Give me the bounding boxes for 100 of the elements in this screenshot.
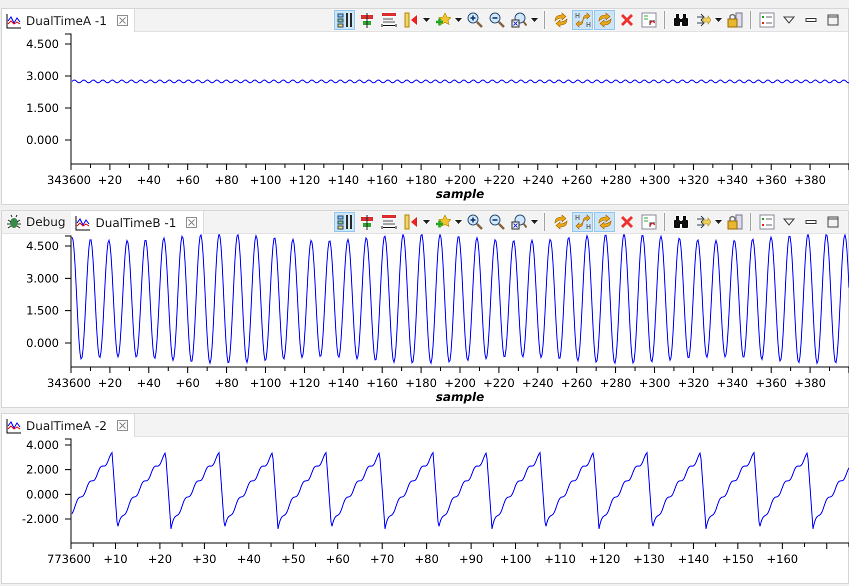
x-tick-label: +90 <box>458 552 484 566</box>
dropdown-caret-icon <box>715 220 722 224</box>
x-tick-label: +40 <box>136 376 161 390</box>
star-icon <box>434 12 450 28</box>
dropdown-caret-icon <box>531 18 538 22</box>
dropdown-caret-icon <box>423 220 430 224</box>
y-tick-label: 0.000 <box>26 487 59 502</box>
dropdown-caret-icon <box>423 18 430 22</box>
x-tick-label: +160 <box>366 376 398 390</box>
toolbar-button[interactable] <box>334 212 355 232</box>
close-icon[interactable] <box>186 217 198 228</box>
x-tick-label: +120 <box>588 552 620 566</box>
range-icon <box>380 214 396 230</box>
sync-icon <box>552 12 568 28</box>
x-tick-label: +120 <box>288 376 320 390</box>
x-tick-label: +100 <box>250 173 282 187</box>
chart-icon <box>6 12 22 28</box>
view-tab[interactable]: DualTimeA -2 <box>2 414 135 437</box>
zoom-out-icon <box>488 12 504 28</box>
x-axis-label: sample <box>436 390 484 404</box>
close-icon[interactable] <box>116 420 128 431</box>
y-tick <box>64 342 72 344</box>
x-tick-label: +100 <box>500 552 532 566</box>
dropdown-caret-icon <box>531 220 538 224</box>
x-tick-label: +160 <box>766 552 798 566</box>
x-tick-label: +100 <box>250 376 282 390</box>
list-icon <box>758 214 774 230</box>
x-tick-label: +220 <box>483 173 515 187</box>
y-tick-label: 2.000 <box>26 462 59 477</box>
chart-icon <box>75 214 92 230</box>
y-tick <box>64 310 72 312</box>
x-tick-label: +60 <box>176 173 200 187</box>
horizontal-sync-icon <box>574 12 590 28</box>
y-tick <box>64 494 72 495</box>
x-tick-label: +140 <box>328 376 360 390</box>
x-tick-label: +380 <box>794 376 826 390</box>
y-tick-label: 3.000 <box>26 69 59 83</box>
ruler-icon <box>402 214 418 230</box>
x-tick-label: +40 <box>236 552 261 566</box>
x-tick-label: 343600 <box>47 376 91 390</box>
x-tick-label: +300 <box>638 376 670 390</box>
minimize-icon <box>804 15 816 25</box>
x-tick-label: +340 <box>716 376 748 390</box>
x-tick-label: +60 <box>326 552 350 566</box>
x-tick-label: +60 <box>176 376 200 390</box>
x-tick-label: +200 <box>444 376 476 390</box>
toolbar-button[interactable] <box>334 10 355 30</box>
lock-icon <box>726 12 742 28</box>
x-tick-label: +320 <box>678 376 710 390</box>
zoom-fit-icon <box>510 214 526 230</box>
x-tick-label: +120 <box>288 173 320 187</box>
y-tick-label: 1.500 <box>26 101 59 115</box>
view-tab[interactable]: DualTimeA -1 <box>2 9 135 32</box>
y-tick-label: 4.500 <box>26 239 59 253</box>
columns-icon <box>336 214 352 230</box>
x-tick-label: +200 <box>444 173 476 187</box>
graph-icon <box>640 12 656 28</box>
chart-icon <box>6 418 22 434</box>
close-icon[interactable] <box>116 15 128 26</box>
x-tick-label: +280 <box>600 376 632 390</box>
x-tick-label: +360 <box>755 376 787 390</box>
view-tab[interactable]: DualTimeB -1 <box>71 211 204 234</box>
x-tick-label: 773600 <box>47 552 91 566</box>
binoculars-icon <box>672 214 688 230</box>
delete-icon <box>618 12 634 28</box>
x-tick-label: +50 <box>281 552 306 566</box>
sync-icon <box>552 214 568 230</box>
dropdown-caret-icon <box>715 18 722 22</box>
y-tick-label: -2.000 <box>22 512 59 526</box>
y-tick-label: 4.500 <box>26 37 59 51</box>
x-tick-label: +20 <box>148 552 172 566</box>
x-tick-label: +360 <box>755 173 787 187</box>
x-tick-label: 343600 <box>47 173 91 187</box>
x-tick-label: +340 <box>716 173 748 187</box>
binoculars-icon <box>672 12 688 28</box>
x-tick-label: +180 <box>405 173 437 187</box>
maximize-icon <box>826 216 838 228</box>
view-menu-icon <box>782 15 794 25</box>
x-tick-label: +280 <box>600 173 632 187</box>
x-tick-label: +260 <box>560 376 592 390</box>
arrows-icon <box>694 214 710 230</box>
y-tick-label: 4.000 <box>26 438 59 452</box>
maximize-icon <box>826 14 838 26</box>
y-tick <box>64 518 72 520</box>
zoom-in-icon <box>466 214 482 230</box>
align-center-icon <box>358 214 374 230</box>
x-tick-label: +220 <box>483 376 515 390</box>
lock-icon <box>726 214 742 230</box>
horizontal-sync-icon <box>574 214 590 230</box>
view-tab[interactable]: Debug <box>2 211 72 233</box>
vertical-sync-icon <box>596 214 612 230</box>
zoom-in-icon <box>466 12 482 28</box>
y-tick <box>64 469 72 470</box>
dropdown-caret-icon <box>455 220 462 224</box>
x-tick-label: +10 <box>103 552 128 566</box>
y-tick-label: 0.000 <box>26 336 59 350</box>
y-tick-label: 0.000 <box>26 133 59 147</box>
star-icon <box>434 214 450 230</box>
zoom-out-icon <box>488 214 504 230</box>
x-tick-label: +130 <box>633 552 665 566</box>
